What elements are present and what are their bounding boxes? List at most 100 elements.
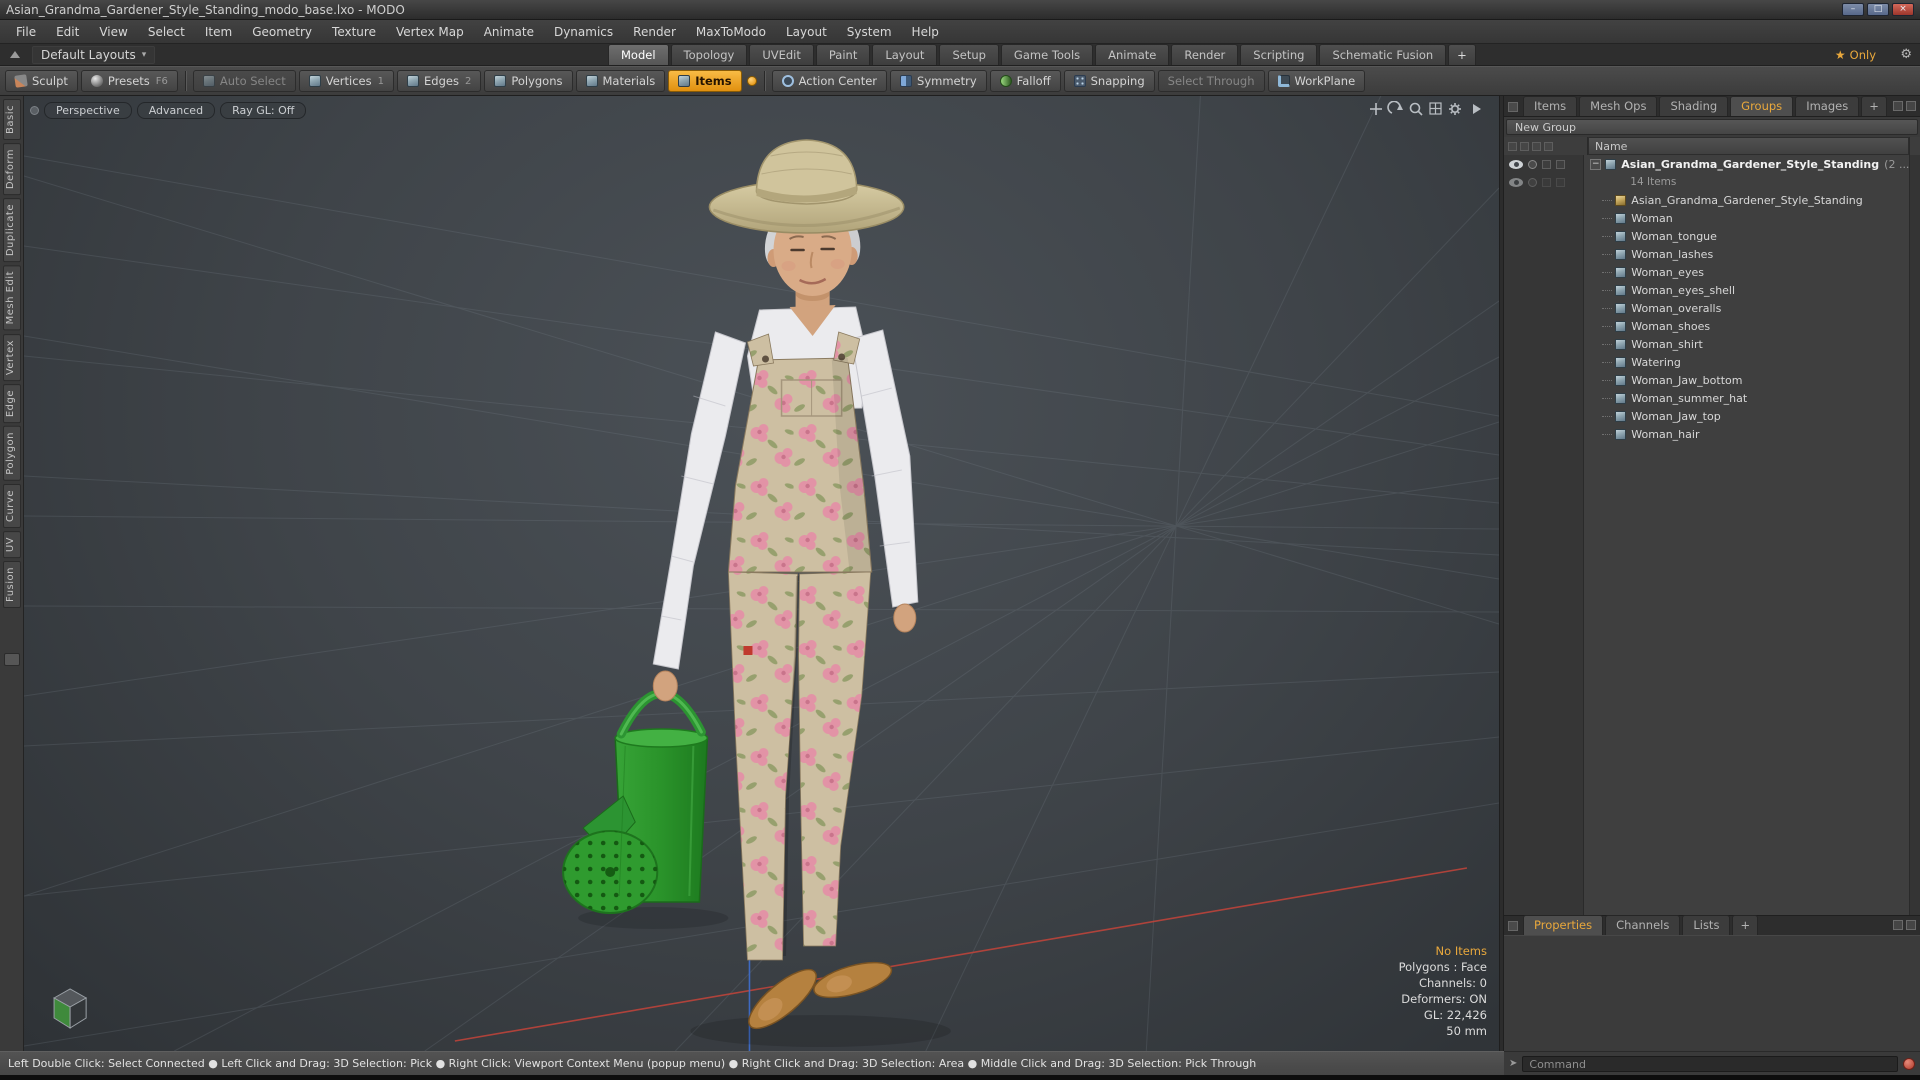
gear-icon[interactable] — [1449, 103, 1461, 115]
presets-button[interactable]: Presets F6 — [80, 70, 178, 92]
menu-render[interactable]: Render — [623, 20, 686, 44]
play-icon[interactable] — [1473, 104, 1481, 114]
menu-edit[interactable]: Edit — [46, 20, 89, 44]
menu-select[interactable]: Select — [138, 20, 195, 44]
command-input[interactable]: Command — [1522, 1055, 1898, 1072]
tree-item-row[interactable]: Woman — [1584, 209, 1909, 227]
layout-tab-paint[interactable]: Paint — [815, 44, 871, 65]
tab-shading[interactable]: Shading — [1659, 96, 1729, 116]
menu-item[interactable]: Item — [195, 20, 242, 44]
left-tab-polygon[interactable]: Polygon — [2, 426, 21, 481]
left-tab-basic[interactable]: Basic — [2, 99, 21, 140]
menu-view[interactable]: View — [89, 20, 137, 44]
tree-item-row[interactable]: Woman_eyes_shell — [1584, 281, 1909, 299]
menu-file[interactable]: File — [6, 20, 46, 44]
tree-item-row[interactable]: Woman_tongue — [1584, 227, 1909, 245]
record-indicator[interactable] — [1903, 1057, 1915, 1070]
eye-icon[interactable] — [1509, 177, 1523, 187]
tree-item-row[interactable]: Woman_hair — [1584, 425, 1909, 443]
menu-animate[interactable]: Animate — [474, 20, 544, 44]
edges-button[interactable]: Edges 2 — [397, 70, 482, 92]
group-row[interactable]: − Asian_Grandma_Gardener_Style_Standing … — [1584, 155, 1909, 173]
left-tab-vertex[interactable]: Vertex — [2, 333, 21, 381]
tree-item-row[interactable]: Asian_Grandma_Gardener_Style_Standing — [1584, 191, 1909, 209]
only-toggle[interactable]: ★ Only — [1835, 48, 1876, 62]
panel-options-icon[interactable] — [1906, 920, 1916, 930]
menu-layout[interactable]: Layout — [776, 20, 837, 44]
name-column-header[interactable]: Name — [1588, 137, 1909, 155]
new-group-button[interactable]: New Group — [1506, 119, 1918, 135]
layout-tab-render[interactable]: Render — [1171, 44, 1239, 65]
layout-tab-topology[interactable]: Topology — [670, 44, 748, 65]
panel-corner-icon[interactable] — [1508, 921, 1518, 931]
menu-help[interactable]: Help — [902, 20, 949, 44]
select-through-button[interactable]: Select Through — [1157, 70, 1265, 92]
tree-item-row[interactable]: Woman_eyes — [1584, 263, 1909, 281]
select-toggle-icon[interactable] — [1556, 159, 1565, 169]
menu-vertex-map[interactable]: Vertex Map — [386, 20, 474, 44]
select-toggle-icon[interactable] — [1556, 177, 1565, 187]
viewport-3d[interactable]: Perspective Advanced Ray GL: Off No Item… — [24, 96, 1499, 1051]
visibility-column-icon[interactable] — [1508, 141, 1517, 151]
pan-icon[interactable] — [1370, 103, 1382, 115]
tree-item-row[interactable]: Woman_Jaw_top — [1584, 407, 1909, 425]
filter-column-icon[interactable] — [1544, 141, 1553, 151]
ray-gl-button[interactable]: Ray GL: Off — [220, 102, 307, 119]
auto-select-button[interactable]: Auto Select — [192, 70, 296, 92]
layout-tab-model[interactable]: Model — [608, 44, 669, 65]
layout-tab-scripting[interactable]: Scripting — [1240, 44, 1318, 65]
layout-tab-layout[interactable]: Layout — [872, 44, 938, 65]
layout-tab-schematic-fusion[interactable]: Schematic Fusion — [1319, 44, 1447, 65]
render-toggle-icon[interactable] — [1528, 177, 1537, 187]
maximize-button[interactable]: □ — [1867, 3, 1889, 16]
lock-toggle-icon[interactable] — [1542, 177, 1551, 187]
tree-item-row[interactable]: Woman_shoes — [1584, 317, 1909, 335]
tab-properties[interactable]: Properties — [1523, 915, 1604, 935]
left-tab-mesh-edit[interactable]: Mesh Edit — [2, 265, 21, 331]
expand-panel-icon[interactable] — [1893, 920, 1903, 930]
menu-texture[interactable]: Texture — [322, 20, 386, 44]
advanced-button[interactable]: Advanced — [136, 102, 216, 119]
grid-icon[interactable] — [1429, 102, 1442, 115]
tab-images[interactable]: Images — [1795, 96, 1860, 116]
menu-system[interactable]: System — [837, 20, 902, 44]
tab-mesh-ops[interactable]: Mesh Ops — [1579, 96, 1658, 116]
snapping-button[interactable]: Snapping — [1063, 70, 1155, 92]
menu-geometry[interactable]: Geometry — [242, 20, 322, 44]
workplane-button[interactable]: WorkPlane — [1267, 70, 1366, 92]
items-button[interactable]: Items — [668, 70, 742, 92]
layout-tab-game-tools[interactable]: Game Tools — [1000, 44, 1094, 65]
tree-item-row[interactable]: Woman_Jaw_bottom — [1584, 371, 1909, 389]
left-tab-edge[interactable]: Edge — [2, 383, 21, 424]
tree-item-row[interactable]: Woman_lashes — [1584, 245, 1909, 263]
eye-icon[interactable] — [1509, 159, 1523, 169]
sculpt-button[interactable]: Sculpt — [5, 70, 78, 92]
tab-lists[interactable]: Lists — [1682, 915, 1731, 935]
action-center-button[interactable]: Action Center — [771, 70, 888, 92]
tree-scrollbar[interactable] — [1909, 155, 1920, 915]
render-toggle-icon[interactable] — [1528, 159, 1537, 169]
panel-corner-icon[interactable] — [1508, 102, 1518, 112]
left-tab-deform[interactable]: Deform — [2, 142, 21, 196]
tree-item-row[interactable]: Watering — [1584, 353, 1909, 371]
tab-items[interactable]: Items — [1523, 96, 1578, 116]
tab-groups[interactable]: Groups — [1730, 96, 1794, 116]
add-panel-tab-button[interactable]: + — [1732, 915, 1759, 935]
tree-item-row[interactable]: Woman_shirt — [1584, 335, 1909, 353]
palette-icon[interactable] — [3, 653, 20, 666]
symmetry-button[interactable]: Symmetry — [890, 70, 987, 92]
lock-column-icon[interactable] — [1532, 141, 1541, 151]
lock-toggle-icon[interactable] — [1542, 159, 1551, 169]
layout-tab-uvedit[interactable]: UVEdit — [749, 44, 814, 65]
layout-tab-setup[interactable]: Setup — [939, 44, 999, 65]
viewport-canvas[interactable] — [24, 96, 1499, 1051]
expand-panel-icon[interactable] — [1893, 101, 1903, 111]
close-button[interactable]: × — [1892, 3, 1914, 16]
tab-channels[interactable]: Channels — [1605, 915, 1681, 935]
zoom-icon[interactable] — [1409, 102, 1423, 116]
tree-item-row[interactable]: Woman_overalls — [1584, 299, 1909, 317]
render-column-icon[interactable] — [1520, 141, 1529, 151]
menu-maxtomodo[interactable]: MaxToModo — [686, 20, 776, 44]
polygons-button[interactable]: Polygons — [484, 70, 573, 92]
panel-options-icon[interactable] — [1906, 101, 1916, 111]
